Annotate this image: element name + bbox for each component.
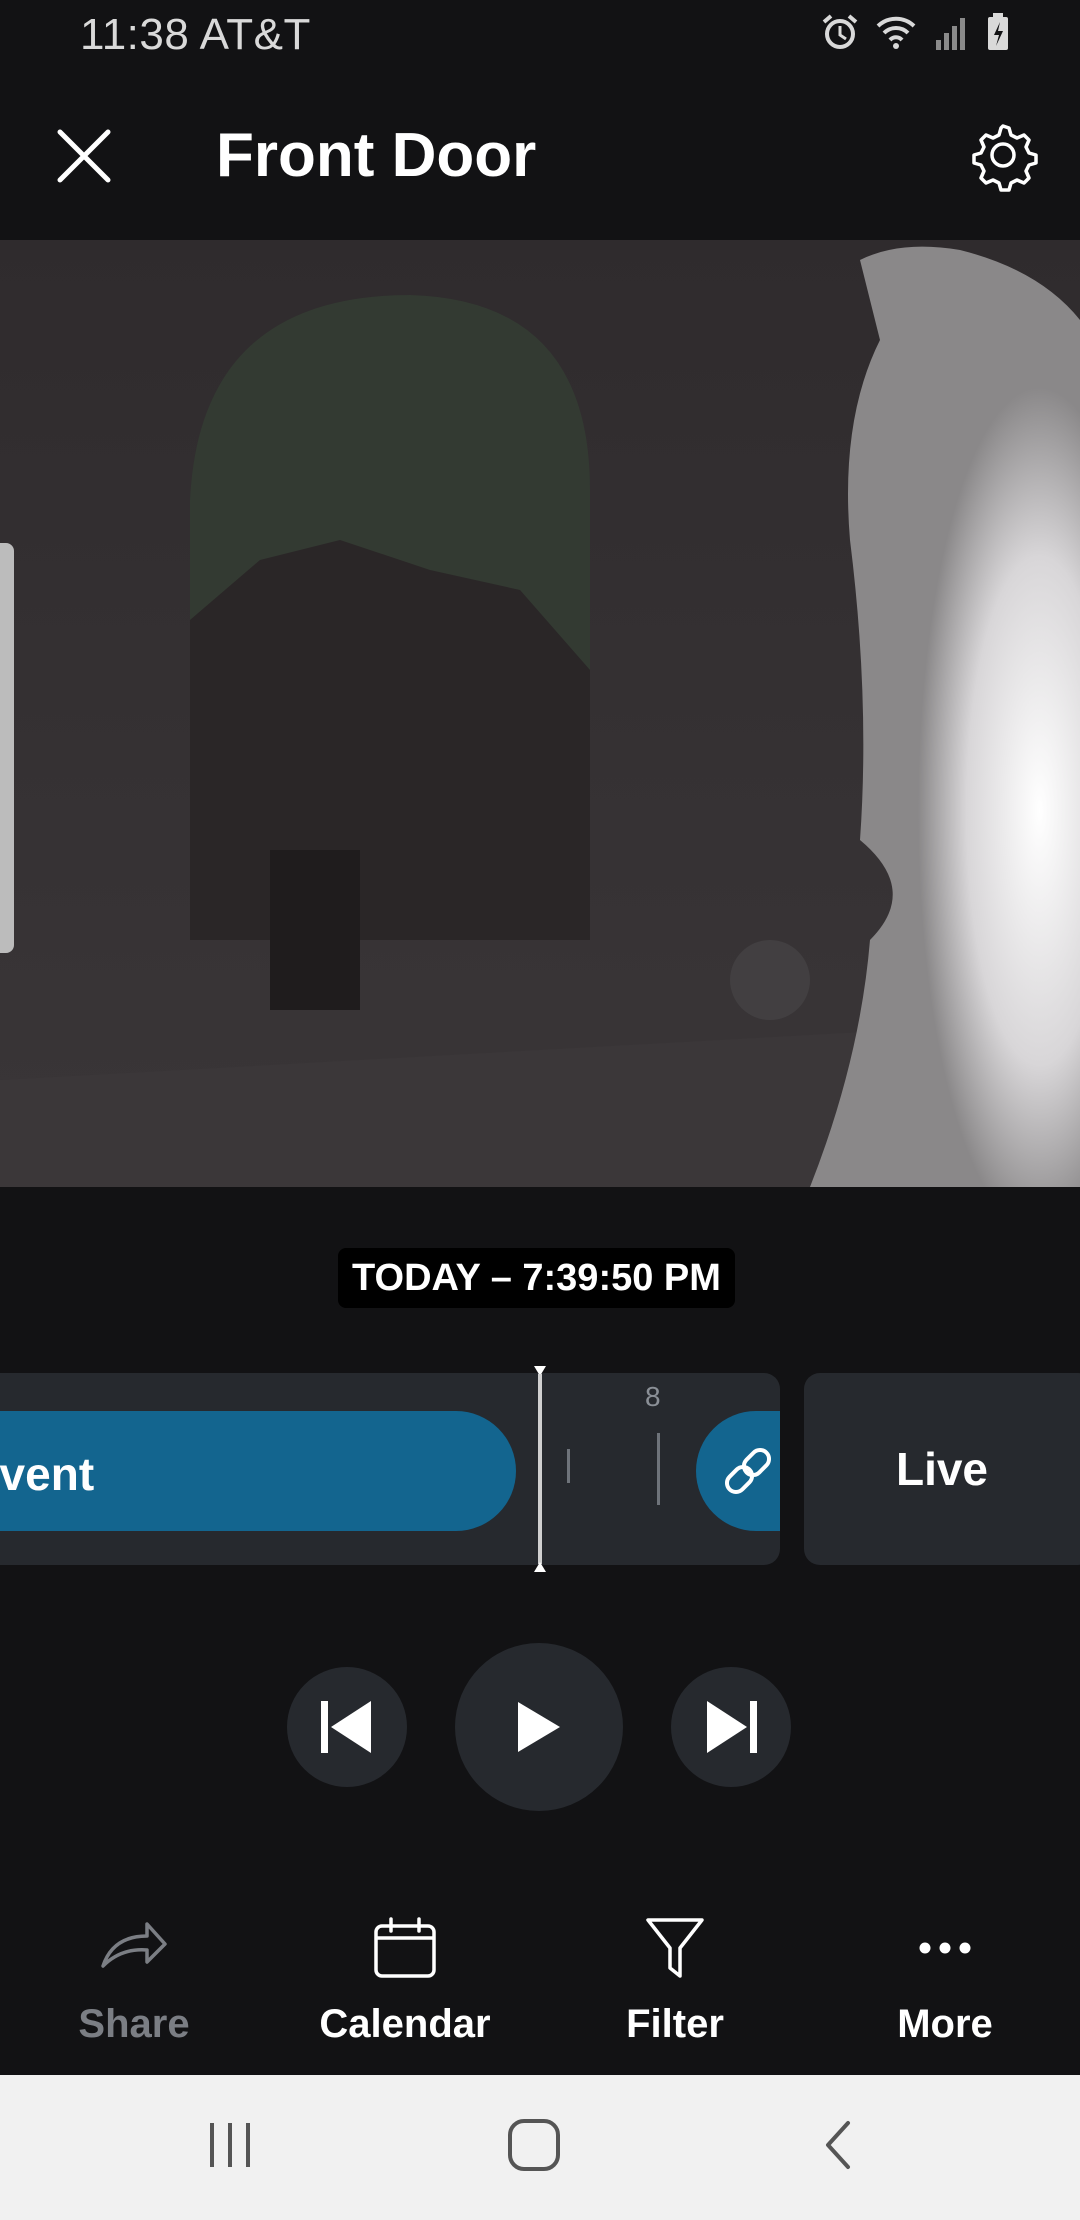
system-nav-bar xyxy=(0,2075,1080,2220)
share-label: Share xyxy=(78,2002,190,2046)
calendar-icon xyxy=(374,1917,436,1978)
close-icon xyxy=(57,129,111,183)
link-icon xyxy=(724,1447,772,1495)
battery-icon xyxy=(988,13,1008,50)
status-time: 11:38 AT&T xyxy=(80,10,311,59)
more-icon xyxy=(919,1942,971,1954)
filter-label: Filter xyxy=(626,2002,724,2046)
share-button[interactable]: Share xyxy=(34,1880,234,2075)
status-icons xyxy=(820,12,1010,52)
timestamp-label: TODAY – 7:39:50 PM xyxy=(338,1248,735,1308)
next-event-button[interactable] xyxy=(671,1667,791,1787)
play-icon xyxy=(518,1702,560,1752)
header: Front Door xyxy=(0,72,1080,240)
page-title: Front Door xyxy=(216,121,537,190)
timeline-tick xyxy=(567,1449,570,1483)
share-icon xyxy=(101,1922,167,1968)
playhead[interactable] xyxy=(533,1366,547,1572)
calendar-label: Calendar xyxy=(319,2002,491,2046)
filter-button[interactable]: Filter xyxy=(575,1880,775,2075)
settings-button[interactable] xyxy=(966,118,1040,192)
play-button[interactable] xyxy=(455,1643,623,1811)
close-button[interactable] xyxy=(50,122,118,190)
side-handle[interactable] xyxy=(0,543,14,953)
gear-icon xyxy=(972,124,1038,192)
wifi-icon xyxy=(876,16,916,49)
timeline-tick xyxy=(657,1433,660,1505)
skip-next-icon xyxy=(707,1701,757,1753)
alarm-icon xyxy=(822,14,858,49)
live-button[interactable]: Live xyxy=(804,1373,1080,1565)
previous-event-button[interactable] xyxy=(287,1667,407,1787)
linked-event-pill[interactable] xyxy=(696,1411,780,1531)
filter-icon xyxy=(646,1918,704,1978)
back-icon[interactable] xyxy=(818,2115,858,2175)
bottom-toolbar: Share Calendar Filter More xyxy=(0,1880,1080,2075)
timeline-tick-label: 8 xyxy=(645,1381,661,1412)
status-bar: 11:38 AT&T xyxy=(0,0,1080,72)
live-label: Live xyxy=(895,1443,989,1495)
more-button[interactable]: More xyxy=(845,1880,1045,2075)
home-icon[interactable] xyxy=(505,2115,565,2175)
calendar-button[interactable]: Calendar xyxy=(305,1880,505,2075)
event-label: d Event xyxy=(0,1448,95,1500)
timeline[interactable]: d Event 8 xyxy=(0,1373,780,1565)
recent-apps-icon[interactable] xyxy=(206,2115,256,2175)
more-label: More xyxy=(897,2002,993,2046)
signal-icon xyxy=(936,18,965,50)
skip-previous-icon xyxy=(321,1701,371,1753)
event-pill[interactable]: d Event xyxy=(0,1411,516,1531)
video-feed[interactable] xyxy=(0,240,1080,1187)
camera-scene xyxy=(0,240,1080,1187)
